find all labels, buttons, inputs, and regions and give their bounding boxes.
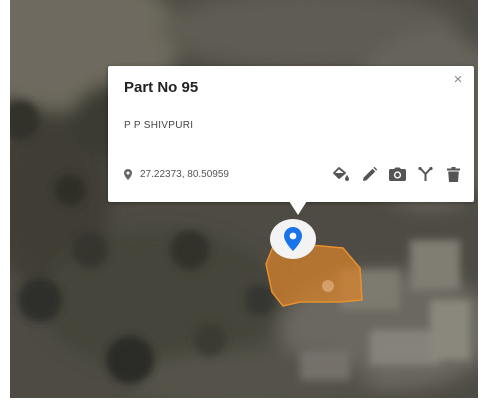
- fill-color-icon: [332, 166, 349, 181]
- location-marker[interactable]: [270, 219, 316, 259]
- close-icon: ×: [453, 71, 463, 88]
- fill-color-button[interactable]: [332, 165, 350, 183]
- delete-button[interactable]: [444, 165, 462, 183]
- map-pin-icon: [284, 227, 302, 251]
- edit-icon: [362, 166, 377, 181]
- coordinates-row: 27.22373, 80.50959: [124, 169, 229, 180]
- delete-icon: [446, 166, 460, 182]
- popup-pointer: [289, 201, 307, 215]
- popup-title: Part No 95: [124, 79, 199, 96]
- coordinates-text: 27.22373, 80.50959: [140, 169, 229, 180]
- camera-icon: [388, 167, 406, 181]
- route-button[interactable]: [416, 165, 434, 183]
- route-icon: [417, 166, 433, 181]
- popup-subtitle: P P SHIVPURI: [124, 120, 194, 131]
- location-icon: [124, 169, 132, 180]
- map-view[interactable]: Part No 95 × P P SHIVPURI 27.22373, 80.5…: [10, 0, 478, 398]
- popup-toolbar: [322, 165, 462, 183]
- camera-button[interactable]: [388, 165, 406, 183]
- edit-button[interactable]: [360, 165, 378, 183]
- close-button[interactable]: ×: [450, 72, 466, 88]
- info-popup: Part No 95 × P P SHIVPURI 27.22373, 80.5…: [108, 66, 474, 215]
